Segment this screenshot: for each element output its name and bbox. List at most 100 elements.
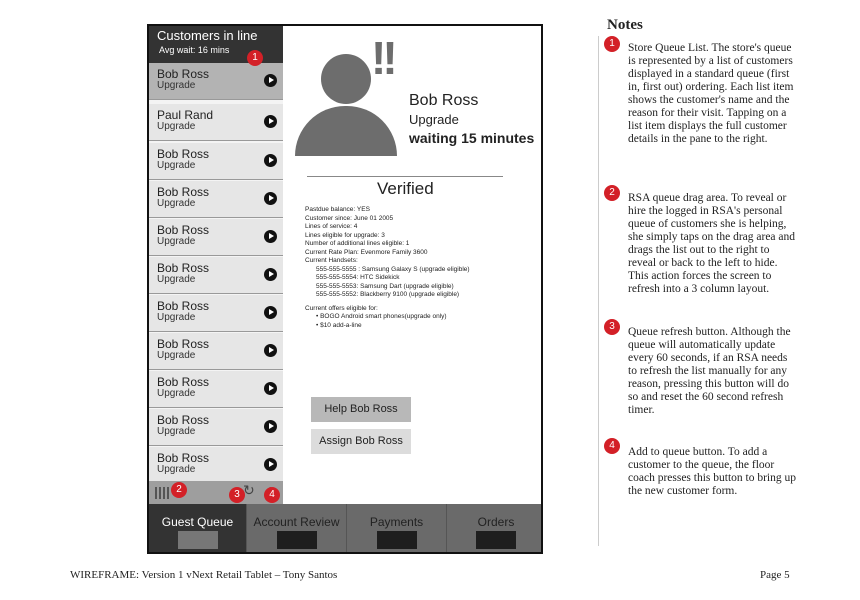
play-icon[interactable] — [264, 458, 277, 471]
tab-label: Account Review — [253, 515, 340, 529]
assign-customer-button[interactable]: Assign Bob Ross — [311, 429, 411, 454]
detail-line: Customer since: June 01 2005 — [305, 214, 394, 222]
queue-item[interactable]: Bob Ross Upgrade — [149, 219, 283, 256]
note-text: RSA queue drag area. To reveal or hire t… — [628, 192, 796, 295]
play-icon[interactable] — [264, 268, 277, 281]
callout-badge: 4 — [264, 487, 280, 503]
queue-item-reason: Upgrade — [157, 160, 196, 171]
tab-icon-placeholder — [276, 531, 317, 549]
page-number: Page 5 — [760, 569, 790, 581]
queue-item-reason: Upgrade — [157, 198, 196, 209]
help-customer-button[interactable]: Help Bob Ross — [311, 397, 411, 422]
detail-line: Pastdue balance: YES — [305, 206, 370, 213]
callout-badge: 1 — [604, 36, 620, 52]
detail-line: Lines eligible for upgrade: 3 — [305, 231, 385, 239]
queue-item-reason: Upgrade — [157, 388, 196, 399]
note-text: Store Queue List. The store's queue is r… — [628, 42, 794, 145]
queue-item[interactable]: Bob Ross Upgrade — [149, 409, 283, 446]
notes-divider — [598, 36, 599, 546]
tab-label: Payments — [369, 515, 424, 529]
note-text: Queue refresh button. Although the queue… — [628, 326, 791, 416]
queue-item-reason: Upgrade — [157, 80, 196, 91]
queue-item[interactable]: Bob Ross Upgrade — [149, 447, 283, 481]
play-icon[interactable] — [264, 192, 277, 205]
handset-line: 555-555-5552: Blackberry 9100 (upgrade e… — [316, 291, 460, 298]
queue-avg-wait: Avg wait: 16 mins — [159, 45, 230, 55]
callout-badge: 3 — [229, 487, 245, 503]
play-icon[interactable] — [264, 74, 277, 87]
customer-reason: Upgrade — [409, 112, 459, 127]
play-icon[interactable] — [264, 382, 277, 395]
customer-name: Bob Ross — [409, 92, 479, 109]
person-avatar-icon — [321, 54, 371, 104]
note-text: Add to queue button. To add a customer t… — [628, 446, 797, 497]
queue-item-name: Bob Ross — [157, 299, 210, 313]
queue-item[interactable]: Bob Ross Upgrade — [149, 63, 283, 100]
alert-icon: !! — [371, 32, 398, 84]
queue-item[interactable]: Bob Ross Upgrade — [149, 257, 283, 294]
play-icon[interactable] — [264, 230, 277, 243]
detail-line: Current Rate Plan: Evenmore Family 3600 — [305, 248, 428, 256]
callout-badge: 3 — [604, 319, 620, 335]
detail-line: Current Handsets: — [305, 257, 358, 264]
play-icon[interactable] — [264, 306, 277, 319]
play-icon[interactable] — [264, 154, 277, 167]
queue-toolbar: ↻ + — [149, 481, 283, 504]
queue-item[interactable]: Bob Ross Upgrade — [149, 143, 283, 180]
handset-line: 555-555-5554: HTC Sidekick — [316, 274, 400, 281]
play-icon[interactable] — [264, 115, 277, 128]
queue-item[interactable]: Paul Rand Upgrade — [149, 104, 283, 141]
queue-item-name: Bob Ross — [157, 413, 210, 427]
tab-orders[interactable]: Orders — [446, 504, 541, 552]
customer-details: Pastdue balance: YES Customer since: Jun… — [305, 206, 470, 330]
notes-title: Notes — [607, 17, 643, 33]
tab-icon-placeholder — [177, 531, 218, 549]
detail-line: Number of additional lines eligible: 1 — [305, 240, 410, 247]
queue-item-reason: Upgrade — [157, 464, 196, 475]
callout-badge: 4 — [604, 438, 620, 454]
queue-item[interactable]: Bob Ross Upgrade — [149, 181, 283, 218]
offer-line: • BOGO Android smart phones(upgrade only… — [316, 313, 447, 320]
queue-item-name: Bob Ross — [157, 147, 210, 161]
tab-guest-queue[interactable]: Guest Queue — [149, 504, 246, 552]
queue-item-name: Bob Ross — [157, 451, 210, 465]
tab-label: Orders — [477, 515, 515, 529]
queue-item-name: Bob Ross — [157, 223, 210, 237]
verified-status: Verified — [377, 179, 434, 198]
offers-title: Current offers eligible for: — [305, 304, 378, 312]
play-icon[interactable] — [264, 420, 277, 433]
tab-account-review[interactable]: Account Review — [246, 504, 346, 552]
detail-line: Lines of service: 4 — [305, 223, 358, 230]
queue-item-name: Bob Ross — [157, 375, 210, 389]
queue-item-reason: Upgrade — [157, 236, 196, 247]
queue-item-reason: Upgrade — [157, 350, 196, 361]
queue-item-name: Paul Rand — [157, 108, 214, 122]
divider — [307, 176, 503, 177]
offer-line: • $10 add-a-line — [316, 321, 362, 329]
callout-badge: 2 — [171, 482, 187, 498]
queue-item-reason: Upgrade — [157, 121, 196, 132]
customer-wait-time: waiting 15 minutes — [409, 130, 535, 146]
drag-handle-icon[interactable] — [155, 487, 169, 499]
tab-label: Guest Queue — [161, 515, 234, 529]
queue-item-reason: Upgrade — [157, 426, 196, 437]
queue-item[interactable]: Bob Ross Upgrade — [149, 333, 283, 370]
tab-icon-placeholder — [376, 531, 417, 549]
queue-item-name: Bob Ross — [157, 185, 210, 199]
queue-item-name: Bob Ross — [157, 261, 210, 275]
queue-item-name: Bob Ross — [157, 67, 210, 81]
callout-badge: 1 — [247, 50, 263, 66]
person-avatar-body — [295, 106, 397, 156]
play-icon[interactable] — [264, 344, 277, 357]
footer-title: WIREFRAME: Version 1 vNext Retail Tablet… — [70, 569, 338, 581]
queue-item-reason: Upgrade — [157, 312, 196, 323]
tab-bar: Guest Queue Account Review Payments Orde… — [149, 504, 541, 552]
tab-payments[interactable]: Payments — [346, 504, 446, 552]
queue-item-reason: Upgrade — [157, 274, 196, 285]
queue-item[interactable]: Bob Ross Upgrade — [149, 371, 283, 408]
tablet-frame: Customers in line Avg wait: 16 mins Bob … — [147, 24, 543, 554]
handset-line: 555-555-5555 : Samsung Galaxy S (upgrade… — [316, 265, 470, 273]
queue-item[interactable]: Bob Ross Upgrade — [149, 295, 283, 332]
queue-item-name: Bob Ross — [157, 337, 210, 351]
callout-badge: 2 — [604, 185, 620, 201]
